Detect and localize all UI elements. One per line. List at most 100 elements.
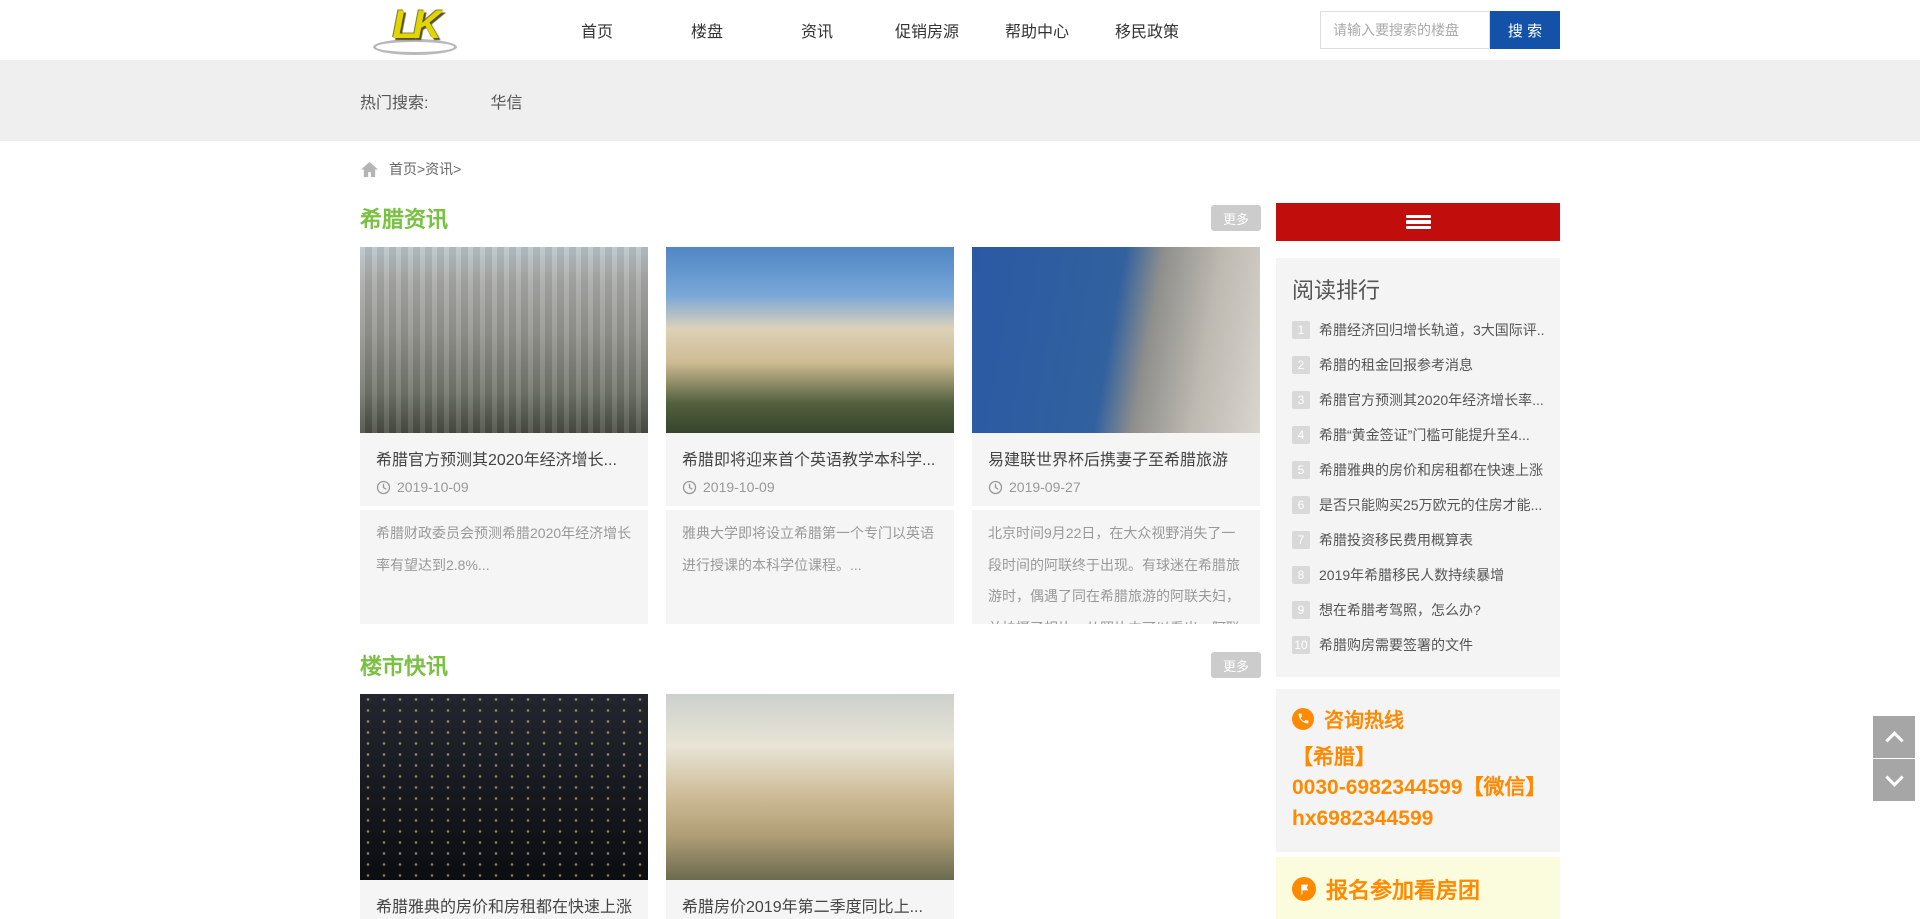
search-input[interactable] xyxy=(1320,11,1490,49)
rank-number-badge: 8 xyxy=(1292,566,1310,584)
hotline-number: 【希腊】0030-6982344599【微信】hx6982344599 xyxy=(1292,743,1544,834)
news-card-title[interactable]: 易建联世界杯后携妻子至希腊旅游 xyxy=(988,446,1244,470)
nav-item-help-center[interactable]: 帮助中心 xyxy=(982,18,1092,42)
news-card-date: 2019-10-09 xyxy=(682,479,938,495)
rank-text: 想在希腊考驾照，怎么办? xyxy=(1319,600,1481,620)
rank-number-badge: 10 xyxy=(1292,636,1310,654)
news-card[interactable]: 希腊官方预测其2020年经济增长... 2019-10-09 希腊财政委员会预测… xyxy=(360,247,648,624)
news-card[interactable]: 希腊房价2019年第二季度同比上... xyxy=(666,694,954,919)
home-icon[interactable] xyxy=(360,161,379,178)
nav-item-immigration-policy[interactable]: 移民政策 xyxy=(1092,18,1202,42)
more-button-greece-news[interactable]: 更多 xyxy=(1211,205,1261,231)
phone-icon xyxy=(1292,708,1314,730)
section-title-greece-news: 希腊资讯 xyxy=(360,202,448,234)
page-scroller xyxy=(1873,716,1915,802)
breadcrumb-text[interactable]: 首页>资讯> xyxy=(389,159,461,179)
nav-item-properties[interactable]: 楼盘 xyxy=(652,18,762,42)
site-logo[interactable]: LK xyxy=(360,5,470,55)
news-card-title[interactable]: 希腊官方预测其2020年经济增长... xyxy=(376,446,632,470)
hamburger-icon xyxy=(1406,213,1431,232)
news-card-date: 2019-10-09 xyxy=(376,479,632,495)
rank-number-badge: 3 xyxy=(1292,391,1310,409)
nav-item-home[interactable]: 首页 xyxy=(542,18,652,42)
logo-text: LK xyxy=(360,5,470,45)
clock-icon xyxy=(682,480,697,495)
news-card-info: 希腊雅典的房价和房租都在快速上涨 xyxy=(360,880,648,919)
search-box: 搜 索 xyxy=(1320,11,1560,49)
rank-number-badge: 7 xyxy=(1292,531,1310,549)
news-card-date-text: 2019-10-09 xyxy=(397,479,469,495)
ranking-item[interactable]: 7 希腊投资移民费用概算表 xyxy=(1292,530,1544,550)
hot-search-strip: 热门搜索: 华信 xyxy=(0,60,1920,141)
greece-news-cards: 希腊官方预测其2020年经济增长... 2019-10-09 希腊财政委员会预测… xyxy=(360,247,1261,624)
news-card-image-athens-panorama xyxy=(666,694,954,880)
section-greece-news-header: 希腊资讯 更多 xyxy=(360,203,1261,233)
sidebar: 阅读排行 1 希腊经济回归增长轨道，3大国际评... 2 希腊的租金回报参考消息… xyxy=(1276,203,1560,919)
hot-search-term-link[interactable]: 华信 xyxy=(490,89,522,113)
hot-search-label: 热门搜索: xyxy=(360,89,428,113)
hotline-phone: 0030-6982344599【微信】hx6982344599 xyxy=(1292,776,1536,829)
scroll-down-button[interactable] xyxy=(1873,759,1915,801)
news-card-info: 希腊房价2019年第二季度同比上... xyxy=(666,880,954,919)
news-card-info: 易建联世界杯后携妻子至希腊旅游 2019-09-27 xyxy=(972,433,1260,506)
ranking-list: 1 希腊经济回归增长轨道，3大国际评... 2 希腊的租金回报参考消息 3 希腊… xyxy=(1292,320,1544,655)
news-card-date: 2019-09-27 xyxy=(988,479,1244,495)
chevron-up-icon xyxy=(1885,731,1903,749)
section-title-market-news: 楼市快讯 xyxy=(360,649,448,681)
rank-text: 希腊购房需要签署的文件 xyxy=(1319,635,1473,655)
ranking-item[interactable]: 5 希腊雅典的房价和房租都在快速上涨 xyxy=(1292,460,1544,480)
hotline-region: 【希腊】 xyxy=(1292,743,1544,773)
rank-text: 希腊官方预测其2020年经济增长率... xyxy=(1319,390,1544,410)
chevron-down-icon xyxy=(1885,768,1903,786)
nav-item-news[interactable]: 资讯 xyxy=(762,18,872,42)
news-card-date-text: 2019-09-27 xyxy=(1009,479,1081,495)
scroll-up-button[interactable] xyxy=(1873,716,1915,758)
ranking-item[interactable]: 2 希腊的租金回报参考消息 xyxy=(1292,355,1544,375)
ranking-title: 阅读排行 xyxy=(1292,273,1544,305)
hotline-panel: 咨询热线 【希腊】0030-6982344599【微信】hx6982344599 xyxy=(1276,689,1560,852)
news-card[interactable]: 希腊即将迎来首个英语教学本科学... 2019-10-09 雅典大学即将设立希腊… xyxy=(666,247,954,624)
signup-title: 报名参加看房团 xyxy=(1326,873,1480,905)
ranking-item[interactable]: 10 希腊购房需要签署的文件 xyxy=(1292,635,1544,655)
news-card-title[interactable]: 希腊即将迎来首个英语教学本科学... xyxy=(682,446,938,470)
nav-item-promotions[interactable]: 促销房源 xyxy=(872,18,982,42)
news-card[interactable]: 易建联世界杯后携妻子至希腊旅游 2019-09-27 北京时间9月22日，在大众… xyxy=(972,247,1260,624)
breadcrumb: 首页>资讯> xyxy=(0,159,1920,179)
news-column: 希腊资讯 更多 希腊官方预测其2020年经济增长... 2019-10-09 希… xyxy=(360,203,1261,919)
hotline-title: 咨询热线 xyxy=(1324,704,1404,733)
news-card-excerpt: 北京时间9月22日，在大众视野消失了一段时间的阿联终于出现。有球迷在希腊旅游时，… xyxy=(972,510,1260,624)
news-card-title[interactable]: 希腊房价2019年第二季度同比上... xyxy=(682,893,938,917)
ranking-item[interactable]: 3 希腊官方预测其2020年经济增长率... xyxy=(1292,390,1544,410)
reading-ranking-panel: 阅读排行 1 希腊经济回归增长轨道，3大国际评... 2 希腊的租金回报参考消息… xyxy=(1276,258,1560,677)
ranking-item[interactable]: 9 想在希腊考驾照，怎么办? xyxy=(1292,600,1544,620)
news-card-info: 希腊官方预测其2020年经济增长... 2019-10-09 xyxy=(360,433,648,506)
news-card-image-athens-building xyxy=(360,247,648,433)
rank-number-badge: 2 xyxy=(1292,356,1310,374)
rank-number-badge: 4 xyxy=(1292,426,1310,444)
news-card-image-man-in-blue xyxy=(972,247,1260,433)
ranking-item[interactable]: 1 希腊经济回归增长轨道，3大国际评... xyxy=(1292,320,1544,340)
more-button-market-news[interactable]: 更多 xyxy=(1211,652,1261,678)
main-nav: 首页 楼盘 资讯 促销房源 帮助中心 移民政策 xyxy=(542,18,1202,42)
rank-text: 是否只能购买25万欧元的住房才能... xyxy=(1319,495,1542,515)
ranking-item[interactable]: 8 2019年希腊移民人数持续暴增 xyxy=(1292,565,1544,585)
news-card-title[interactable]: 希腊雅典的房价和房租都在快速上涨 xyxy=(376,893,632,917)
rank-text: 希腊投资移民费用概算表 xyxy=(1319,530,1473,550)
sidebar-menu-button[interactable] xyxy=(1276,203,1560,241)
news-card-excerpt: 希腊财政委员会预测希腊2020年经济增长率有望达到2.8%... xyxy=(360,510,648,624)
news-card[interactable]: 希腊雅典的房价和房租都在快速上涨 xyxy=(360,694,648,919)
rank-text: 希腊“黄金签证”门槛可能提升至4... xyxy=(1319,425,1530,445)
section-market-news-header: 楼市快讯 更多 xyxy=(360,650,1261,680)
clock-icon xyxy=(988,480,1003,495)
news-card-excerpt: 雅典大学即将设立希腊第一个专门以英语进行授课的本科学位课程。... xyxy=(666,510,954,624)
news-card-image-academy-of-athens xyxy=(666,247,954,433)
rank-number-badge: 5 xyxy=(1292,461,1310,479)
news-card-info: 希腊即将迎来首个英语教学本科学... 2019-10-09 xyxy=(666,433,954,506)
clock-icon xyxy=(376,480,391,495)
search-button[interactable]: 搜 索 xyxy=(1490,11,1560,49)
rank-text: 希腊雅典的房价和房租都在快速上涨 xyxy=(1319,460,1543,480)
rank-number-badge: 9 xyxy=(1292,601,1310,619)
top-header: LK 首页 楼盘 资讯 促销房源 帮助中心 移民政策 搜 索 xyxy=(0,0,1920,60)
ranking-item[interactable]: 4 希腊“黄金签证”门槛可能提升至4... xyxy=(1292,425,1544,445)
ranking-item[interactable]: 6 是否只能购买25万欧元的住房才能... xyxy=(1292,495,1544,515)
